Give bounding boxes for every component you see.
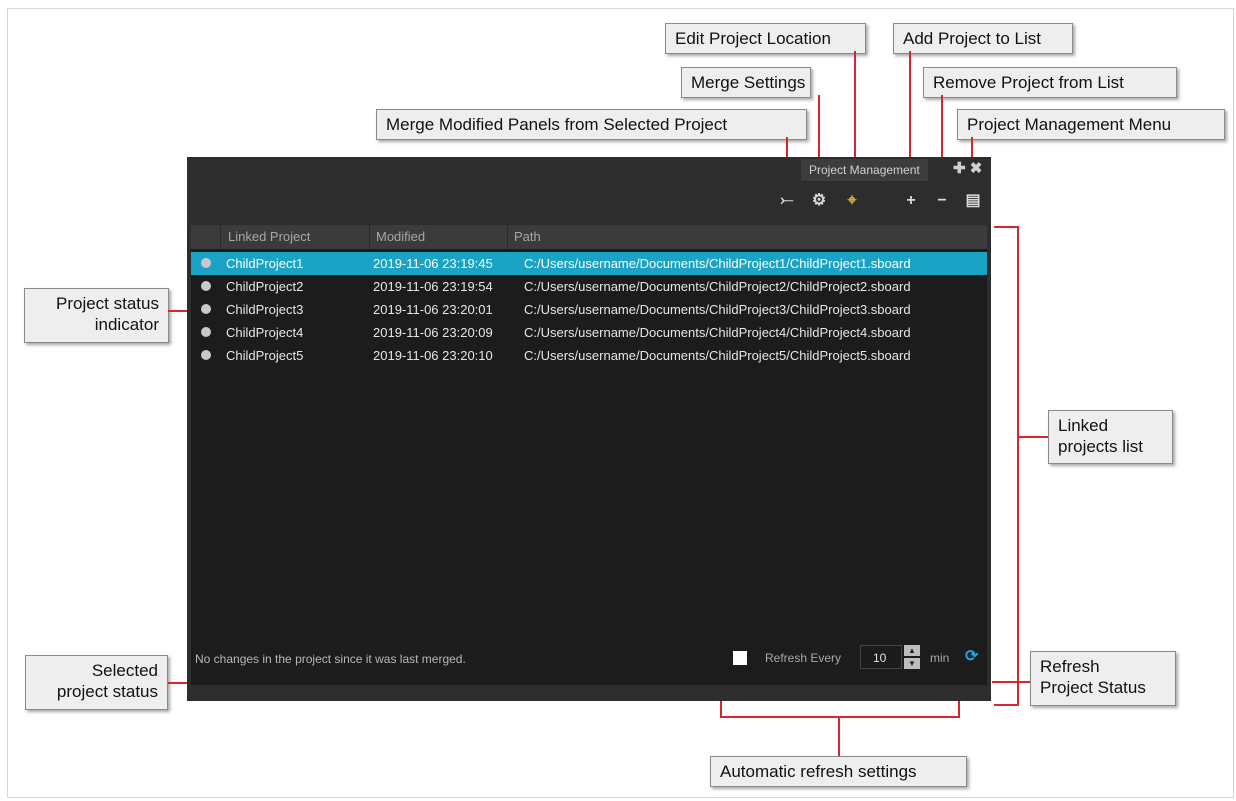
project-status-dot <box>201 304 211 314</box>
leader-line <box>994 226 1019 228</box>
merge-settings-icon[interactable]: ⚙ <box>809 192 829 210</box>
leader-line <box>720 716 960 718</box>
callout-line: Linked <box>1058 416 1109 435</box>
merge-modified-panels-icon[interactable]: ⤚ <box>777 192 797 210</box>
table-row[interactable]: ChildProject5 2019-11-06 23:20:10 C:/Use… <box>191 344 987 367</box>
list-header: Linked Project Modified Path <box>191 225 987 249</box>
callout-merge-settings: Merge Settings <box>681 67 811 98</box>
remove-project-icon[interactable]: − <box>932 192 952 210</box>
table-row[interactable]: ChildProject1 2019-11-06 23:19:45 C:/Use… <box>191 252 987 275</box>
linked-projects-list: Linked Project Modified Path ChildProjec… <box>191 225 987 685</box>
linked-project-name: ChildProject4 <box>226 325 304 340</box>
table-row[interactable]: ChildProject2 2019-11-06 23:19:54 C:/Use… <box>191 275 987 298</box>
callout-automatic-refresh: Automatic refresh settings <box>710 756 967 787</box>
project-path: C:/Users/username/Documents/ChildProject… <box>524 348 911 363</box>
project-path: C:/Users/username/Documents/ChildProject… <box>524 325 911 340</box>
callout-edit-project-location: Edit Project Location <box>665 23 866 54</box>
modified-date: 2019-11-06 23:20:09 <box>373 325 493 340</box>
refresh-every-label: Refresh Every <box>765 651 842 665</box>
refresh-interval-stepper[interactable]: ▲ ▼ <box>904 645 920 669</box>
project-status-dot <box>201 350 211 360</box>
project-path: C:/Users/username/Documents/ChildProject… <box>524 279 911 294</box>
project-management-panel: Project Management ✚ ✖ ⤚ ⚙ ⌖ + − ▤ Linke… <box>187 157 991 701</box>
project-path: C:/Users/username/Documents/ChildProject… <box>524 256 911 271</box>
leader-line <box>1017 436 1048 438</box>
modified-date: 2019-11-06 23:20:01 <box>373 302 493 317</box>
stepper-down-icon[interactable]: ▼ <box>904 658 920 669</box>
modified-date: 2019-11-06 23:19:54 <box>373 279 493 294</box>
modified-date: 2019-11-06 23:20:10 <box>373 348 493 363</box>
leader-line <box>994 704 1019 706</box>
callout-line: Project Status <box>1040 678 1146 697</box>
project-path: C:/Users/username/Documents/ChildProject… <box>524 302 911 317</box>
callout-refresh-project-status: Refresh Project Status <box>1030 651 1176 706</box>
callout-selected-project-status: Selected project status <box>25 655 168 710</box>
refresh-interval-field[interactable]: 10 <box>860 645 902 669</box>
callout-line: Refresh <box>1040 657 1100 676</box>
selected-project-status-text: No changes in the project since it was l… <box>195 652 466 666</box>
project-status-dot <box>201 258 211 268</box>
tab-project-management[interactable]: Project Management <box>801 159 928 181</box>
table-row[interactable]: ChildProject3 2019-11-06 23:20:01 C:/Use… <box>191 298 987 321</box>
column-linked-project[interactable]: Linked Project <box>222 225 370 249</box>
table-row[interactable]: ChildProject4 2019-11-06 23:20:09 C:/Use… <box>191 321 987 344</box>
tab-add-close-icons[interactable]: ✚ ✖ <box>953 160 982 178</box>
leader-line <box>838 716 840 756</box>
callout-add-project: Add Project to List <box>893 23 1073 54</box>
column-path[interactable]: Path <box>508 225 987 249</box>
callout-line: indicator <box>94 315 159 334</box>
linked-project-name: ChildProject1 <box>226 256 304 271</box>
linked-project-name: ChildProject5 <box>226 348 304 363</box>
column-modified[interactable]: Modified <box>370 225 508 249</box>
stepper-up-icon[interactable]: ▲ <box>904 645 920 656</box>
callout-project-management-menu: Project Management Menu <box>957 109 1225 140</box>
project-status-dot <box>201 327 211 337</box>
column-status <box>191 225 221 249</box>
refresh-project-status-icon[interactable]: ⟳ <box>965 648 978 666</box>
callout-linked-projects-list: Linked projects list <box>1048 410 1173 464</box>
callout-merge-modified: Merge Modified Panels from Selected Proj… <box>376 109 807 140</box>
auto-refresh-checkbox[interactable] <box>733 651 747 665</box>
project-status-dot <box>201 281 211 291</box>
leader-line <box>992 681 1030 683</box>
callout-line: Project status <box>56 294 159 313</box>
refresh-unit-label: min <box>930 651 950 665</box>
callout-line: projects list <box>1058 437 1144 456</box>
callout-remove-project: Remove Project from List <box>923 67 1177 98</box>
add-project-icon[interactable]: + <box>901 192 921 210</box>
modified-date: 2019-11-06 23:19:45 <box>373 256 493 271</box>
edit-project-location-icon[interactable]: ⌖ <box>842 192 862 210</box>
linked-project-name: ChildProject3 <box>226 302 304 317</box>
project-management-menu-icon[interactable]: ▤ <box>963 192 983 210</box>
callout-line: project status <box>56 682 158 701</box>
callout-line: Selected <box>91 661 158 680</box>
callout-project-status-indicator: Project status indicator <box>24 288 169 343</box>
linked-project-name: ChildProject2 <box>226 279 304 294</box>
leader-line <box>1017 226 1019 706</box>
